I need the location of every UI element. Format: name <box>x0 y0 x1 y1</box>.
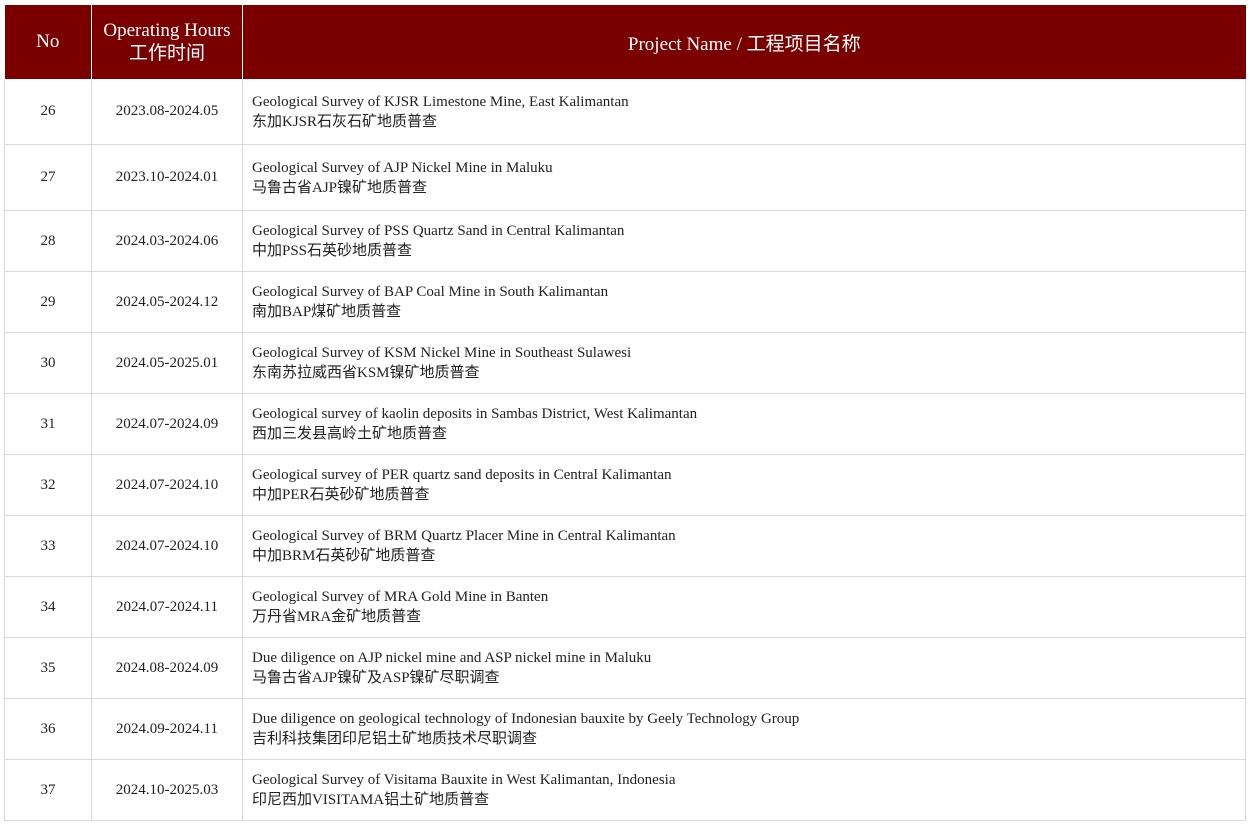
project-name-cn: 东南苏拉威西省KSM镍矿地质普查 <box>252 365 480 381</box>
project-name-en: Geological Survey of PSS Quartz Sand in … <box>252 223 625 239</box>
row-project-name: Geological survey of kaolin deposits in … <box>242 393 1246 455</box>
row-operating-hours: 2024.07-2024.09 <box>91 393 243 455</box>
row-number: 31 <box>4 393 92 455</box>
row-project-name: Geological Survey of BRM Quartz Placer M… <box>242 515 1246 577</box>
row-number: 33 <box>4 515 92 577</box>
row-number: 35 <box>4 637 92 699</box>
project-name-en: Geological Survey of KJSR Limestone Mine… <box>252 93 629 110</box>
table-row: 31 2024.07-2024.09 Geological survey of ka… <box>4 393 1246 455</box>
row-number: 27 <box>4 144 92 211</box>
row-number: 30 <box>4 332 92 394</box>
header-project-name: Project Name / 工程项目名称 <box>242 5 1246 79</box>
header-hours-cn: 工作时间 <box>128 43 205 64</box>
project-name-en: Geological Survey of KSM Nickel Mine in … <box>252 345 632 361</box>
project-table: No Operating Hours 工作时间 Project Name / 工… <box>4 5 1246 821</box>
project-name-en: Geological Survey of AJP Nickel Mine in … <box>252 159 553 176</box>
project-name-en: Due diligence on AJP nickel mine and ASP… <box>252 650 652 666</box>
header-operating-hours: Operating Hours 工作时间 <box>91 5 243 79</box>
row-project-name: Geological survey of PER quartz sand dep… <box>242 454 1246 516</box>
table-row: 30 2024.05-2025.01 Geological Survey of KS… <box>4 332 1246 394</box>
row-number: 28 <box>4 210 92 272</box>
row-operating-hours: 2024.10-2025.03 <box>91 759 243 821</box>
project-name-en: Geological Survey of Visitama Bauxite in… <box>252 772 676 788</box>
table-row: 36 2024.09-2024.11 Due diligence on geolog… <box>4 698 1246 760</box>
row-operating-hours: 2023.10-2024.01 <box>91 144 243 211</box>
project-name-cn: 马鲁古省AJP镍矿及ASP镍矿尽职调查 <box>252 670 500 686</box>
table-body: 26 2023.08-2024.05 Geological Survey of KJ… <box>4 79 1246 821</box>
project-name-en: Geological survey of kaolin deposits in … <box>252 406 698 422</box>
table-header: No Operating Hours 工作时间 Project Name / 工… <box>4 5 1246 79</box>
project-name-cn: 东加KJSR石灰石矿地质普查 <box>252 113 438 130</box>
project-name-cn: 南加BAP煤矿地质普查 <box>252 304 402 320</box>
table-row: 27 2023.10-2024.01 Geological Survey of AJ… <box>4 144 1246 211</box>
project-name-en: Geological survey of PER quartz sand dep… <box>252 467 672 483</box>
row-number: 29 <box>4 271 92 333</box>
row-number: 26 <box>4 79 92 145</box>
table-row: 29 2024.05-2024.12 Geological Survey of BA… <box>4 271 1246 333</box>
row-project-name: Geological Survey of PSS Quartz Sand in … <box>242 210 1246 272</box>
row-project-name: Due diligence on AJP nickel mine and ASP… <box>242 637 1246 699</box>
table-row: 34 2024.07-2024.11 Geological Survey of MR… <box>4 576 1246 638</box>
project-name-en: Geological Survey of BRM Quartz Placer M… <box>252 528 676 544</box>
row-operating-hours: 2024.09-2024.11 <box>91 698 243 760</box>
project-name-cn: 中加PSS石英砂地质普查 <box>252 243 413 259</box>
row-project-name: Geological Survey of Visitama Bauxite in… <box>242 759 1246 821</box>
project-name-cn: 西加三发县高岭土矿地质普查 <box>252 426 448 442</box>
project-name-cn: 马鲁古省AJP镍矿地质普查 <box>252 179 428 196</box>
row-operating-hours: 2024.08-2024.09 <box>91 637 243 699</box>
row-operating-hours: 2024.07-2024.11 <box>91 576 243 638</box>
row-operating-hours: 2024.05-2025.01 <box>91 332 243 394</box>
row-number: 32 <box>4 454 92 516</box>
row-project-name: Geological Survey of KJSR Limestone Mine… <box>242 79 1246 145</box>
project-name-en: Geological Survey of BAP Coal Mine in So… <box>252 284 609 300</box>
row-project-name: Due diligence on geological technology o… <box>242 698 1246 760</box>
row-operating-hours: 2024.07-2024.10 <box>91 454 243 516</box>
table-row: 37 2024.10-2025.03 Geological Survey of Vi… <box>4 759 1246 821</box>
project-name-cn: 吉利科技集团印尼铝土矿地质技术尽职调查 <box>252 731 538 747</box>
header-no: No <box>4 5 92 79</box>
project-name-cn: 印尼西加VISITAMA铝土矿地质普查 <box>252 792 490 808</box>
row-number: 37 <box>4 759 92 821</box>
row-operating-hours: 2023.08-2024.05 <box>91 79 243 145</box>
table-row: 32 2024.07-2024.10 Geological survey of PE… <box>4 454 1246 516</box>
row-operating-hours: 2024.05-2024.12 <box>91 271 243 333</box>
project-name-en: Due diligence on geological technology o… <box>252 711 800 727</box>
table-row: 33 2024.07-2024.10 Geological Survey of BR… <box>4 515 1246 577</box>
row-project-name: Geological Survey of AJP Nickel Mine in … <box>242 144 1246 211</box>
row-project-name: Geological Survey of MRA Gold Mine in Ba… <box>242 576 1246 638</box>
table-row: 26 2023.08-2024.05 Geological Survey of KJ… <box>4 79 1246 145</box>
row-operating-hours: 2024.07-2024.10 <box>91 515 243 577</box>
row-operating-hours: 2024.03-2024.06 <box>91 210 243 272</box>
row-number: 34 <box>4 576 92 638</box>
header-hours-en: Operating Hours <box>103 20 231 41</box>
project-name-en: Geological Survey of MRA Gold Mine in Ba… <box>252 589 549 605</box>
project-name-cn: 中加BRM石英砂矿地质普查 <box>252 548 436 564</box>
row-number: 36 <box>4 698 92 760</box>
project-name-cn: 万丹省MRA金矿地质普查 <box>252 609 422 625</box>
table-row: 28 2024.03-2024.06 Geological Survey of PS… <box>4 210 1246 272</box>
table-row: 35 2024.08-2024.09 Due diligence on AJP ni… <box>4 637 1246 699</box>
row-project-name: Geological Survey of KSM Nickel Mine in … <box>242 332 1246 394</box>
row-project-name: Geological Survey of BAP Coal Mine in So… <box>242 271 1246 333</box>
project-name-cn: 中加PER石英砂矿地质普查 <box>252 487 430 503</box>
